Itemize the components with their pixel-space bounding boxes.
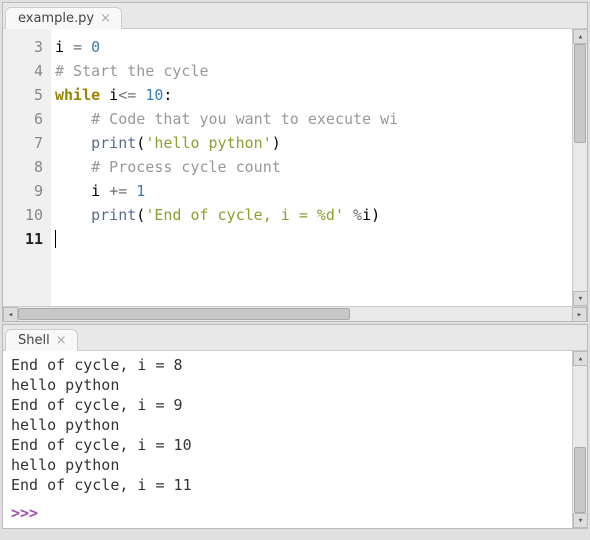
close-icon[interactable]: × [100,12,111,25]
code-area[interactable]: 34567891011 i = 0# Start the cyclewhile … [3,29,572,306]
code-line[interactable]: # Code that you want to execute wi [55,107,568,131]
close-icon[interactable]: × [56,334,67,347]
scroll-thumb-v[interactable] [574,447,586,513]
shell-content-wrap: End of cycle, i = 8hello pythonEnd of cy… [3,351,587,528]
scroll-track-v[interactable] [573,366,587,513]
shell-prompt[interactable]: >>> [11,503,564,523]
editor-tab-bar: example.py × [3,3,587,29]
shell-line: End of cycle, i = 10 [11,435,564,455]
line-number: 9 [7,179,43,203]
editor-panel: example.py × 34567891011 i = 0# Start th… [2,2,588,322]
code-line[interactable]: print('End of cycle, i = %d' %i) [55,203,568,227]
code-line[interactable]: i += 1 [55,179,568,203]
line-number: 4 [7,59,43,83]
scroll-track-v[interactable] [573,44,587,291]
shell-line: hello python [11,375,564,395]
editor-content: 34567891011 i = 0# Start the cyclewhile … [3,29,587,306]
editor-vertical-scrollbar[interactable]: ▴ ▾ [572,29,587,306]
scroll-down-icon[interactable]: ▾ [573,291,587,306]
shell-tab-bar: Shell × [3,325,587,351]
scroll-left-icon[interactable]: ◂ [3,307,18,322]
shell-tab[interactable]: Shell × [5,329,78,351]
line-number: 8 [7,155,43,179]
shell-output[interactable]: End of cycle, i = 8hello pythonEnd of cy… [3,351,572,528]
editor-tab-example-py[interactable]: example.py × [5,7,122,29]
line-number: 7 [7,131,43,155]
shell-line: End of cycle, i = 11 [11,475,564,495]
text-cursor [55,230,56,248]
code-line[interactable] [55,227,568,251]
scroll-track-h[interactable] [18,307,572,321]
code-text[interactable]: i = 0# Start the cyclewhile i<= 10: # Co… [51,29,572,306]
scroll-up-icon[interactable]: ▴ [573,29,587,44]
scroll-up-icon[interactable]: ▴ [573,351,587,366]
code-line[interactable]: i = 0 [55,35,568,59]
code-line[interactable]: print('hello python') [55,131,568,155]
shell-line: hello python [11,455,564,475]
line-number: 5 [7,83,43,107]
code-line[interactable]: while i<= 10: [55,83,568,107]
shell-panel: Shell × End of cycle, i = 8hello pythonE… [2,324,588,529]
code-line[interactable]: # Start the cycle [55,59,568,83]
scroll-thumb-h[interactable] [18,308,350,320]
shell-tab-label: Shell [18,333,50,348]
line-number: 3 [7,35,43,59]
shell-line: End of cycle, i = 8 [11,355,564,375]
shell-line: End of cycle, i = 9 [11,395,564,415]
code-line[interactable]: # Process cycle count [55,155,568,179]
scroll-right-icon[interactable]: ▸ [572,307,587,322]
line-number: 11 [7,227,43,251]
line-number-gutter: 34567891011 [3,29,51,306]
line-number: 6 [7,107,43,131]
editor-tab-label: example.py [18,11,94,26]
shell-vertical-scrollbar[interactable]: ▴ ▾ [572,351,587,528]
scroll-down-icon[interactable]: ▾ [573,513,587,528]
shell-line: hello python [11,415,564,435]
scroll-thumb-v[interactable] [574,44,586,143]
editor-horizontal-scrollbar[interactable]: ◂ ▸ [3,306,587,321]
line-number: 10 [7,203,43,227]
